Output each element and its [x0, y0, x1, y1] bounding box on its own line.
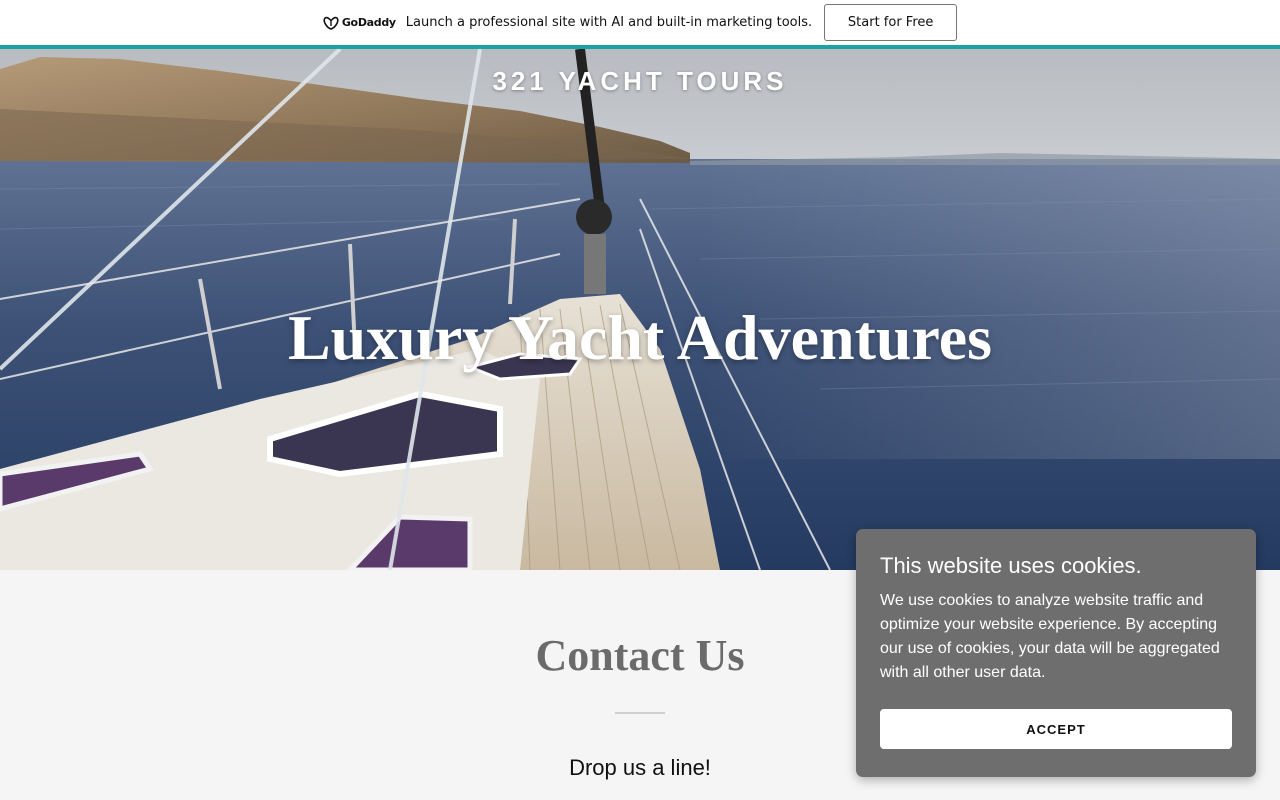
godaddy-icon [323, 16, 339, 30]
accept-cookies-button[interactable]: ACCEPT [880, 709, 1232, 749]
cookie-banner: This website uses cookies. We use cookie… [856, 529, 1256, 777]
godaddy-logo[interactable]: GoDaddy [323, 16, 396, 30]
hero-section: 321 YACHT TOURS Luxury Yacht Adventures [0, 49, 1280, 570]
cookie-banner-body: We use cookies to analyze website traffi… [880, 592, 1220, 681]
contact-divider [615, 712, 665, 714]
promo-bar: GoDaddy Launch a professional site with … [0, 0, 1280, 45]
promo-message: Launch a professional site with AI and b… [405, 15, 813, 30]
cookie-banner-title: This website uses cookies. [880, 553, 1142, 578]
hero-title: Luxury Yacht Adventures [287, 302, 993, 373]
godaddy-wordmark: GoDaddy [341, 16, 396, 29]
site-brand[interactable]: 321 YACHT TOURS [0, 66, 1280, 97]
promo-content: GoDaddy Launch a professional site with … [323, 4, 958, 41]
start-for-free-button[interactable]: Start for Free [824, 4, 958, 41]
